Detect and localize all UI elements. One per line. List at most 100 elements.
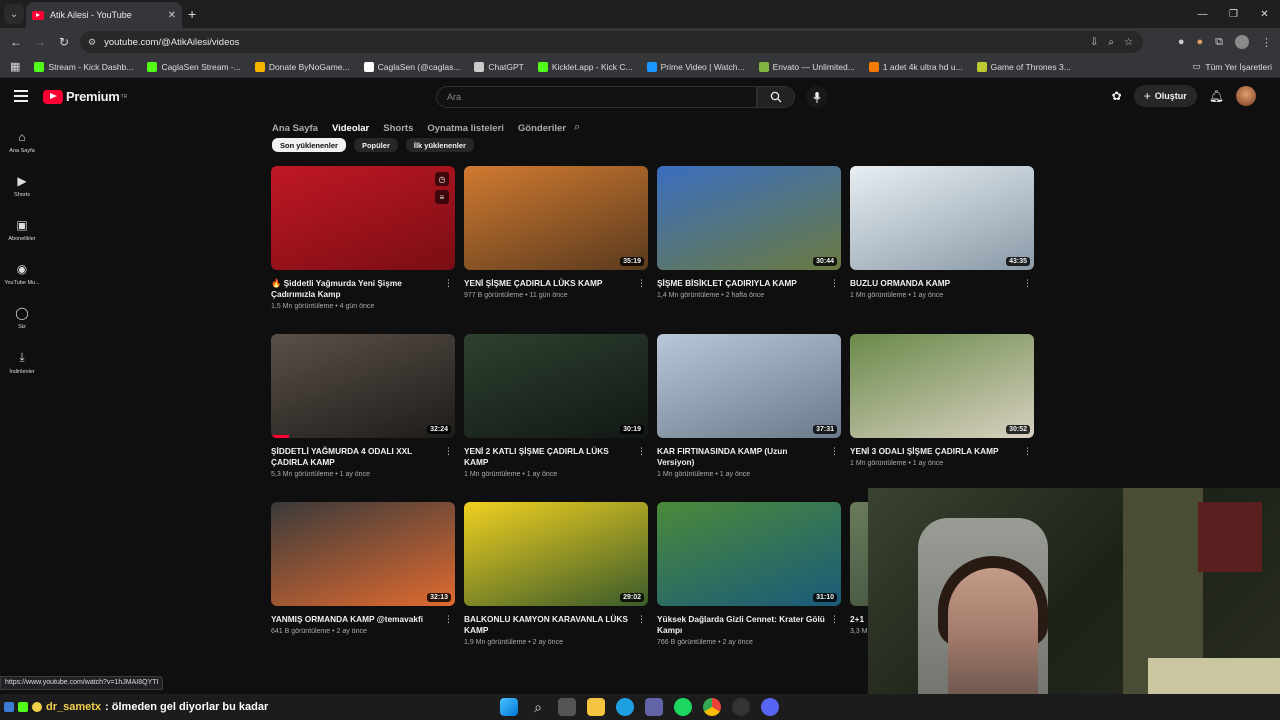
video-card[interactable]: 35:19 YENİ ŞİŞME ÇADIRLA LÜKS KAMP 977 B g… — [464, 166, 648, 299]
guide-item-shorts[interactable]: ▶ Shorts — [0, 164, 44, 208]
hamburger-menu-icon[interactable] — [14, 90, 28, 105]
bookmark-item[interactable]: Game of Thrones 3... — [976, 61, 1071, 72]
video-thumbnail[interactable]: 30:52 — [850, 334, 1034, 438]
video-card[interactable]: 32:13 YANMIŞ ORMANDA KAMP @temavakfi 641 B… — [271, 502, 455, 635]
video-title[interactable]: BUZLU ORMANDA KAMP — [850, 278, 1034, 289]
search-button[interactable] — [757, 86, 795, 108]
teams-icon[interactable] — [645, 698, 663, 716]
chrome-icon[interactable] — [703, 698, 721, 716]
sort-chip[interactable]: Popüler — [353, 138, 398, 152]
guide-item-music[interactable]: ◉ YouTube Mu... — [0, 252, 44, 296]
tab-shorts[interactable]: Shorts — [383, 123, 413, 134]
window-close-icon[interactable]: ✕ — [1249, 0, 1280, 28]
video-menu-icon[interactable]: ⋮ — [444, 278, 453, 289]
video-card[interactable]: ◷ ≡ 🔥 Şiddetli Yağmurda Yeni Şişme Çadırım… — [271, 166, 455, 310]
profile-icon[interactable] — [1235, 35, 1249, 49]
forward-icon[interactable]: → — [28, 35, 52, 49]
video-title[interactable]: ŞİŞME BİSİKLET ÇADIRIYLA KAMP — [657, 278, 841, 289]
bookmark-item[interactable]: CaglaSen Stream -... — [147, 61, 241, 72]
video-title[interactable]: YANMIŞ ORMANDA KAMP @temavakfi — [271, 614, 455, 625]
voice-search-button[interactable] — [806, 86, 828, 108]
tab-ana-sayfa[interactable]: Ana Sayfa — [272, 123, 318, 134]
site-info-icon[interactable]: ⚙ — [88, 37, 96, 48]
search-input[interactable]: Ara — [436, 86, 757, 108]
video-thumbnail[interactable]: 29:02 — [464, 502, 648, 606]
video-menu-icon[interactable]: ⋮ — [1023, 278, 1032, 289]
minimize-icon[interactable]: — — [1187, 0, 1218, 28]
video-card[interactable]: 30:19 YENİ 2 KATLI ŞİŞME ÇADIRLA LÜKS KAM… — [464, 334, 648, 478]
video-title[interactable]: Yüksek Dağlarda Gizli Cennet: Krater Göl… — [657, 614, 841, 636]
notifications-bell-icon[interactable]: 🔔︎ — [1209, 89, 1224, 103]
file-explorer-icon[interactable] — [587, 698, 605, 716]
install-icon[interactable]: ⇩ — [1090, 37, 1098, 48]
video-title[interactable]: 🔥 Şiddetli Yağmurda Yeni Şişme Çadırımız… — [271, 278, 455, 300]
watch-later-icon[interactable]: ◷ — [435, 172, 449, 186]
youtube-logo[interactable]: Premium TR — [43, 89, 127, 104]
video-title[interactable]: BALKONLU KAMYON KARAVANLA LÜKS KAMP — [464, 614, 648, 636]
video-thumbnail[interactable]: 43:35 — [850, 166, 1034, 270]
tab-search-button[interactable]: ⌄ — [4, 4, 24, 24]
bookmark-star-icon[interactable]: ☆ — [1124, 37, 1133, 48]
video-card[interactable]: 32:24 ŞİDDETLİ YAĞMURDA 4 ODALI XXL ÇADIR… — [271, 334, 455, 478]
video-thumbnail[interactable]: ◷ ≡ — [271, 166, 455, 270]
guide-item-subscriptions[interactable]: ▣ Abonelikler — [0, 208, 44, 252]
back-icon[interactable]: ← — [4, 35, 28, 49]
tab-videolar[interactable]: Videolar — [332, 123, 369, 134]
video-menu-icon[interactable]: ⋮ — [444, 614, 453, 625]
video-menu-icon[interactable]: ⋮ — [637, 614, 646, 625]
zoom-icon[interactable]: ⌕ — [1108, 37, 1114, 48]
extension-icon[interactable]: ● — [1178, 36, 1185, 48]
all-bookmarks[interactable]: ▭ Tüm Yer İşaretleri — [1192, 61, 1272, 72]
video-card[interactable]: 30:44 ŞİŞME BİSİKLET ÇADIRIYLA KAMP 1,4 Mn… — [657, 166, 841, 299]
video-menu-icon[interactable]: ⋮ — [1023, 446, 1032, 457]
bookmark-item[interactable]: 1 adet 4k ultra hd u... — [868, 61, 963, 72]
taskbar-search-icon[interactable]: ⌕ — [529, 698, 547, 716]
video-card[interactable]: 31:10 Yüksek Dağlarda Gizli Cennet: Krate… — [657, 502, 841, 646]
guide-item-download[interactable]: ⤓ İndirilenler — [0, 340, 44, 384]
tab-g-nderiler[interactable]: Gönderiler — [518, 123, 566, 134]
video-thumbnail[interactable]: 31:10 — [657, 502, 841, 606]
video-menu-icon[interactable]: ⋮ — [444, 446, 453, 457]
video-card[interactable]: 43:35 BUZLU ORMANDA KAMP 1 Mn görüntüleme … — [850, 166, 1034, 299]
bookmark-item[interactable]: CaglaSen (@caglas... — [363, 61, 460, 72]
video-menu-icon[interactable]: ⋮ — [830, 614, 839, 625]
extensions-puzzle-icon[interactable]: ⧉ — [1215, 36, 1223, 49]
add-to-queue-icon[interactable]: ≡ — [435, 190, 449, 204]
video-card[interactable]: 29:02 BALKONLU KAMYON KARAVANLA LÜKS KAMP… — [464, 502, 648, 646]
reload-icon[interactable]: ↻ — [52, 35, 76, 49]
video-title[interactable]: KAR FIRTINASINDA KAMP (Uzun Versiyon) — [657, 446, 841, 468]
video-title[interactable]: YENİ ŞİŞME ÇADIRLA LÜKS KAMP — [464, 278, 648, 289]
task-view-icon[interactable] — [558, 698, 576, 716]
video-thumbnail[interactable]: 30:19 — [464, 334, 648, 438]
guide-item-home[interactable]: ⌂ Ana Sayfa — [0, 120, 44, 164]
video-thumbnail[interactable]: 37:31 — [657, 334, 841, 438]
new-tab-button[interactable]: + — [188, 6, 196, 22]
address-bar[interactable]: ⚙ youtube.com/@AtikAilesi/videos ⇩ ⌕ ☆ — [80, 31, 1143, 53]
video-card[interactable]: 37:31 KAR FIRTINASINDA KAMP (Uzun Versiyo… — [657, 334, 841, 478]
video-card[interactable]: 30:52 YENİ 3 ODALI ŞİŞME ÇADIRLA KAMP 1 Mn… — [850, 334, 1034, 467]
bookmark-item[interactable]: ChatGPT — [474, 61, 524, 72]
video-title[interactable]: YENİ 3 ODALI ŞİŞME ÇADIRLA KAMP — [850, 446, 1034, 457]
obs-icon[interactable] — [732, 698, 750, 716]
video-menu-icon[interactable]: ⋮ — [637, 446, 646, 457]
video-menu-icon[interactable]: ⋮ — [637, 278, 646, 289]
video-menu-icon[interactable]: ⋮ — [830, 446, 839, 457]
video-title[interactable]: YENİ 2 KATLI ŞİŞME ÇADIRLA LÜKS KAMP — [464, 446, 648, 468]
bookmark-item[interactable]: Kicklet.app - Kick C... — [537, 61, 633, 72]
video-thumbnail[interactable]: 35:19 — [464, 166, 648, 270]
video-menu-icon[interactable]: ⋮ — [830, 278, 839, 289]
avatar[interactable] — [1236, 86, 1256, 106]
bookmark-item[interactable]: Prime Video | Watch... — [646, 61, 745, 72]
bookmark-item[interactable]: Donate ByNoGame... — [254, 61, 350, 72]
discord-icon[interactable] — [761, 698, 779, 716]
create-button[interactable]: + Oluştur — [1133, 85, 1197, 107]
video-thumbnail[interactable]: 32:13 — [271, 502, 455, 606]
apps-grid-icon[interactable]: ▦ — [10, 60, 20, 73]
channel-search-icon[interactable]: ⌕ — [574, 121, 580, 134]
sort-chip[interactable]: İlk yüklenenler — [405, 138, 474, 152]
video-thumbnail[interactable]: 30:44 — [657, 166, 841, 270]
bookmark-item[interactable]: Stream - Kick Dashb... — [34, 61, 133, 72]
video-thumbnail[interactable]: 32:24 — [271, 334, 455, 438]
browser-tab[interactable]: Atik Ailesi - YouTube ✕ — [26, 2, 182, 28]
lens-icon[interactable]: ✿ — [1112, 89, 1122, 103]
